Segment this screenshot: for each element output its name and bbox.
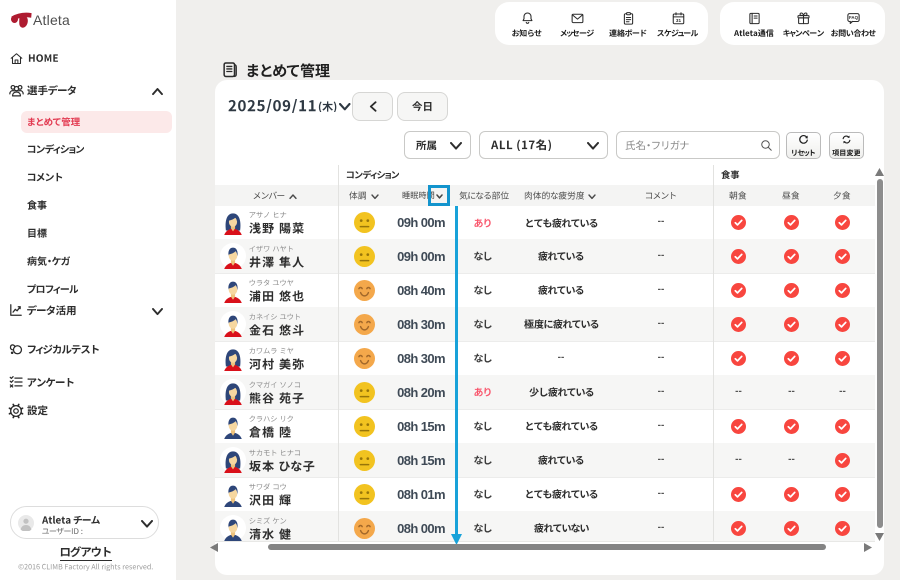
svg-text:FAQ: FAQ (849, 15, 859, 20)
svg-text:31: 31 (675, 17, 681, 22)
